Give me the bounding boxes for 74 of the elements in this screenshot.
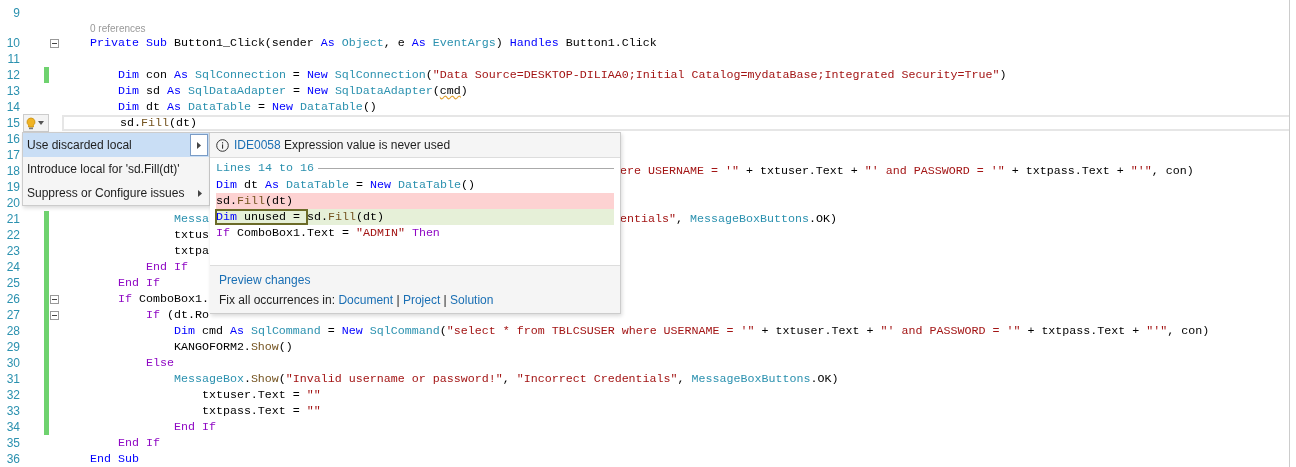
line-number: 30 [5,356,21,370]
menu-item[interactable]: Introduce local for 'sd.Fill(dt)' [23,157,209,181]
line-number: 26 [5,292,21,306]
line-number: 29 [5,340,21,354]
code-line: End If [145,260,188,274]
caret-icon [38,121,44,125]
code-line: Dim con As SqlConnection = New SqlConnection("Data Source=DESKTOP-DILIAA0;Initial Catalog=mydataBase;Integrated Security=True") [117,68,1007,82]
line-number: 11 [6,52,21,66]
line-number: 21 [5,212,21,226]
line-number: 35 [5,436,21,450]
line-number: 12 [5,68,21,82]
code-line: Dim cmd As SqlCommand = New SqlCommand("select * from TBLCSUSER where USERNAME = '" + txtuser.Text + "' and PASSWORD = '" + txtpass.Text + "'", con) [173,324,1210,338]
code-line: End If [117,276,160,290]
submenu-arrow-icon [197,141,201,149]
line-number: 32 [5,388,21,402]
line-number: 36 [5,452,21,466]
code-line: Else [145,356,174,370]
fix-scope-link[interactable]: Solution [450,293,494,307]
line-number: 13 [5,84,21,98]
fix-all-text: Fix all occurrences in: Document | Project | Solution [219,293,495,307]
fix-scope-link[interactable]: Project [402,293,441,307]
menu-item[interactable]: Suppress or Configure issues [23,181,209,205]
info-icon [216,138,229,152]
fix-scope-link[interactable]: Document [338,293,394,307]
line-number: 34 [5,420,21,434]
line-number: 22 [5,228,21,242]
code-line: End If [117,436,160,450]
menu-item[interactable]: Use discarded local [23,133,209,157]
code-line: End If [173,420,216,434]
code-line: txtus [173,228,209,242]
code-line: txtuser.Text = "" [201,388,321,402]
code-line: entials", MessageBoxButtons.OK) [620,212,837,226]
code-lens[interactable]: 0 references [90,22,146,34]
preview-changes-link[interactable]: Preview changes [219,273,311,287]
code-line: txtpa [173,244,209,258]
line-range-label: Lines 14 to 16 [216,161,314,175]
lightbulb-button[interactable] [23,114,49,132]
line-number: 9 [12,6,21,20]
code-line: sd.Fill(dt) [119,116,197,130]
line-number: 28 [5,324,21,338]
preview-line: If ComboBox1.Text = "ADMIN" Then [216,225,441,241]
line-number: 27 [5,308,21,322]
code-line: Dim sd As SqlDataAdapter = New SqlDataAdapter(cmd) [117,84,468,98]
submenu-arrow-icon [198,189,202,197]
code-line: End Sub [90,452,139,466]
line-number: 25 [5,276,21,290]
collapse-icon[interactable] [50,310,59,320]
code-line: If (dt.Ro [145,308,209,322]
preview-line: Dim dt As DataTable = New DataTable() [216,177,476,193]
line-number: 10 [5,36,21,50]
code-line: If ComboBox1. [117,292,209,306]
line-number: 19 [5,180,21,194]
collapse-icon[interactable] [50,294,59,304]
collapse-icon[interactable] [50,38,59,48]
line-number: 15 [5,116,21,130]
code-line: Messa [173,212,209,226]
line-number: 16 [5,132,21,146]
line-number: 23 [5,244,21,258]
lightbulb-icon [26,116,36,130]
code-line: KANGOFORM2.Show() [173,340,293,354]
line-number: 17 [5,148,21,162]
code-line: txtpass.Text = "" [201,404,321,418]
code-line: Private Sub Button1_Click(sender As Object, e As EventArgs) Handles Button1.Click [90,36,657,50]
diagnostic-message: IDE0058 Expression value is never used [234,138,451,152]
code-line: ere USERNAME = '" + txtuser.Text + "' and PASSWORD = '" + txtpass.Text + "'", con) [620,164,1194,178]
line-number: 14 [5,100,21,114]
code-line: Dim dt As DataTable = New DataTable() [117,100,377,114]
line-number: 31 [5,372,21,386]
line-number: 20 [5,196,21,210]
line-number: 24 [5,260,21,274]
line-number: 33 [5,404,21,418]
line-number: 18 [5,164,21,178]
code-line: MessageBox.Show("Invalid username or password!", "Incorrect Credentials", MessageBoxButtons.OK) [173,372,839,386]
diagnostic-id-link[interactable]: IDE0058 [234,138,281,152]
